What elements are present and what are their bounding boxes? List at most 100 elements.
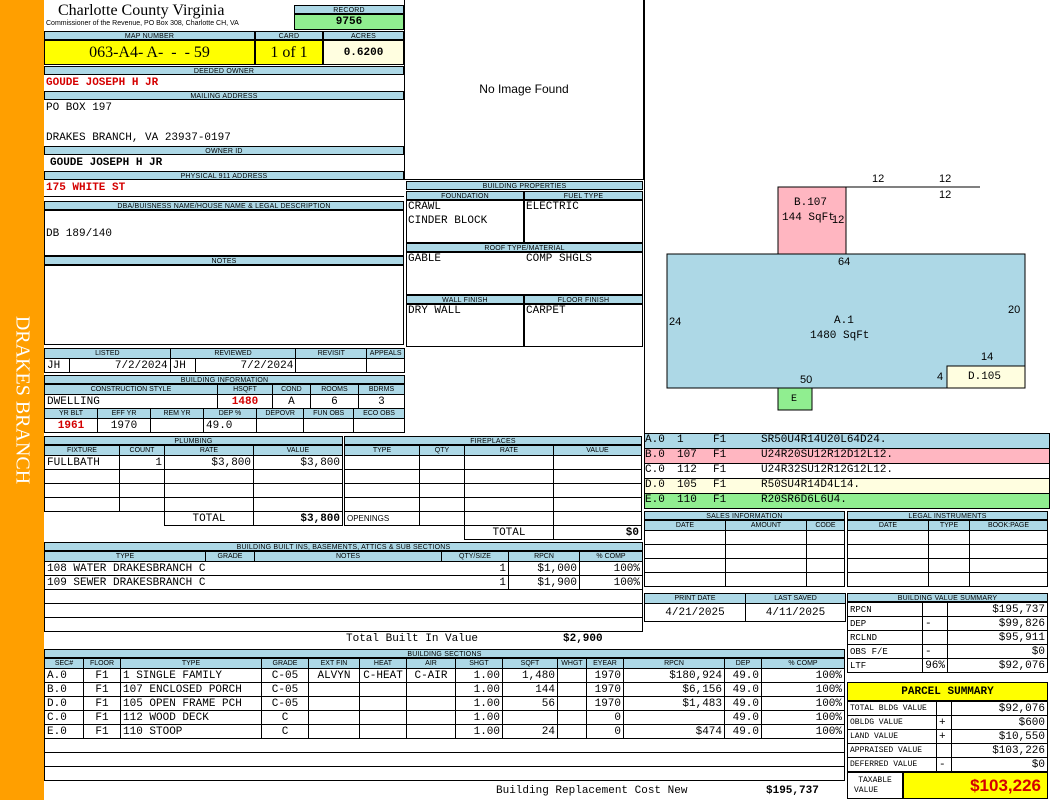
plumbing-table: FIXTURE COUNT RATE VALUE FULLBATH 1 $3,800 $3,… — [44, 445, 343, 526]
sec-dep: 49.0 — [724, 724, 762, 739]
mailing-line2: DRAKES BRANCH, VA 23937-0197 — [46, 132, 231, 144]
sec-air — [406, 724, 456, 739]
sec-dep: 49.0 — [724, 682, 762, 697]
vector-floor: F1 — [713, 479, 727, 491]
built-in-total: $2,900 — [563, 633, 603, 645]
building-info-label: BUILDING INFORMATION — [44, 375, 405, 384]
col-rem-yr: REM YR — [150, 408, 204, 419]
reviewed-date: 7/2/2024 — [194, 358, 297, 373]
notes-box — [44, 265, 404, 345]
sec-dep: 49.0 — [724, 696, 762, 711]
sec-rpcn: $180,924 — [623, 668, 725, 683]
ps-op — [936, 743, 952, 758]
replacement-cost-total: $195,737 — [766, 785, 819, 797]
listed-by: JH — [44, 358, 70, 373]
map-number: 063-A4- A- - - 59 — [44, 40, 255, 65]
empty-cell — [419, 469, 465, 484]
no-image-text: No Image Found — [479, 82, 569, 96]
sec-grade: C — [261, 724, 309, 739]
sec-type: 105 OPEN FRAME PCH — [120, 696, 262, 711]
ps-op: - — [936, 757, 952, 772]
empty-cell — [419, 497, 465, 512]
col-shgt: SHGT — [455, 658, 503, 669]
sec-air — [406, 696, 456, 711]
parcel-summary-table: TOTAL BLDG VALUE $92,076 OBLDG VALUE + $600… — [847, 701, 1048, 772]
vector-string: R20SR6D6L6U4. — [761, 494, 847, 506]
dim-14: 14 — [981, 351, 994, 363]
built-ins-table: TYPE GRADE NOTES QTY/SIZE RPCN% COMP 108 WAT… — [44, 551, 643, 632]
taxable-label-box: TAXABLE VALUE — [847, 772, 903, 799]
built-in-qty: 1 — [441, 575, 509, 590]
sec-rpcn: $1,483 — [623, 696, 725, 711]
empty-cell — [419, 483, 465, 498]
vs-value: $95,911 — [947, 630, 1048, 645]
wall-value: DRY WALL — [408, 305, 461, 317]
sec-floor: F1 — [83, 696, 121, 711]
col-hsqft: HSQFT — [217, 384, 273, 395]
empty-cell — [119, 497, 165, 512]
fireplaces-table: TYPE QTY RATE VALUE OPENINGS TOTAL $0 — [344, 445, 642, 540]
vs-op: - — [922, 616, 948, 631]
col-sec: SEC# — [44, 658, 84, 669]
sec-whgt — [557, 696, 587, 711]
legal-label: LEGAL INSTRUMENTS — [847, 511, 1048, 520]
sec-sqft: 1,480 — [502, 668, 558, 683]
vs-name: OBS F/E — [847, 644, 923, 659]
legal-table: DATE TYPE BOOK:PAGE — [847, 520, 1048, 587]
dim-12c: 12 — [939, 189, 952, 201]
sec-floor: F1 — [83, 724, 121, 739]
col-fp-rate: RATE — [464, 445, 554, 456]
openings-label: OPENINGS — [344, 511, 420, 526]
empty-cell — [420, 526, 465, 540]
side-band: DRAKES BRANCH — [0, 0, 44, 800]
sec-sqft — [502, 710, 558, 725]
empty-cell — [344, 455, 420, 470]
roof-label: ROOF TYPE/MATERIAL — [406, 243, 643, 252]
county-header: Charlotte County Virginia Commissioner o… — [44, 0, 294, 31]
vector-num: 110 — [677, 494, 697, 506]
sections-label: BUILDING SECTIONS — [44, 649, 845, 658]
listed-label: LISTED — [44, 348, 171, 359]
construction-style: DWELLING — [44, 394, 218, 409]
depovr-value — [255, 418, 305, 433]
sec-code: D.0 — [44, 696, 84, 711]
notes-label: NOTES — [44, 256, 404, 265]
vector-row: A.0 1 F1 SR50U4R14U20L64D24. — [644, 434, 1050, 449]
fixture-rate: $3,800 — [164, 455, 254, 470]
empty-cell — [969, 544, 1048, 559]
appeals-value — [366, 358, 405, 373]
dim-64: 64 — [838, 256, 851, 268]
col-rpcn: RPCN — [623, 658, 725, 669]
empty-row — [44, 738, 845, 753]
value-summary-label: BUILDING VALUE SUMMARY — [847, 593, 1048, 602]
dim-12d: 12 — [832, 214, 845, 226]
ps-value: $10,550 — [951, 729, 1048, 744]
cond-value: A — [272, 394, 311, 409]
empty-cell — [553, 497, 642, 512]
col-dep: DEP % — [203, 408, 257, 419]
card-value: 1 of 1 — [255, 40, 323, 65]
sec-sqft: 24 — [502, 724, 558, 739]
dba-label: DBA/BUISNESS NAME/HOUSE NAME & LEGAL DES… — [44, 201, 404, 210]
empty-cell — [253, 497, 343, 512]
col-bi-qty: QTY/SIZE — [441, 551, 509, 562]
card-label: CARD — [255, 31, 323, 40]
rooms-value: 6 — [309, 394, 359, 409]
sec-grade: C-05 — [261, 696, 309, 711]
sec-eyear: 0 — [586, 710, 624, 725]
col-sale-date: DATE — [644, 520, 726, 531]
dates-table: PRINT DATE LAST SAVED 4/21/2025 4/11/2025 — [644, 593, 846, 622]
col-fp-qty: QTY — [419, 445, 465, 456]
sec-grade: C-05 — [261, 668, 309, 683]
sales-label: SALES INFORMATION — [644, 511, 845, 520]
listed-date: 7/2/2024 — [69, 358, 171, 373]
print-date: 4/21/2025 — [644, 603, 746, 622]
floor-value: CARPET — [526, 305, 566, 317]
section-row: C.0 F1 112 WOOD DECK C 1.00 0 49.0 100% — [44, 710, 845, 725]
empty-cell — [847, 530, 929, 545]
col-rate: RATE — [164, 445, 254, 456]
built-in-total-label: Total Built In Value — [346, 633, 479, 645]
vs-op — [922, 602, 948, 617]
empty-cell — [419, 511, 465, 526]
dep-value: 49.0 — [203, 418, 257, 433]
